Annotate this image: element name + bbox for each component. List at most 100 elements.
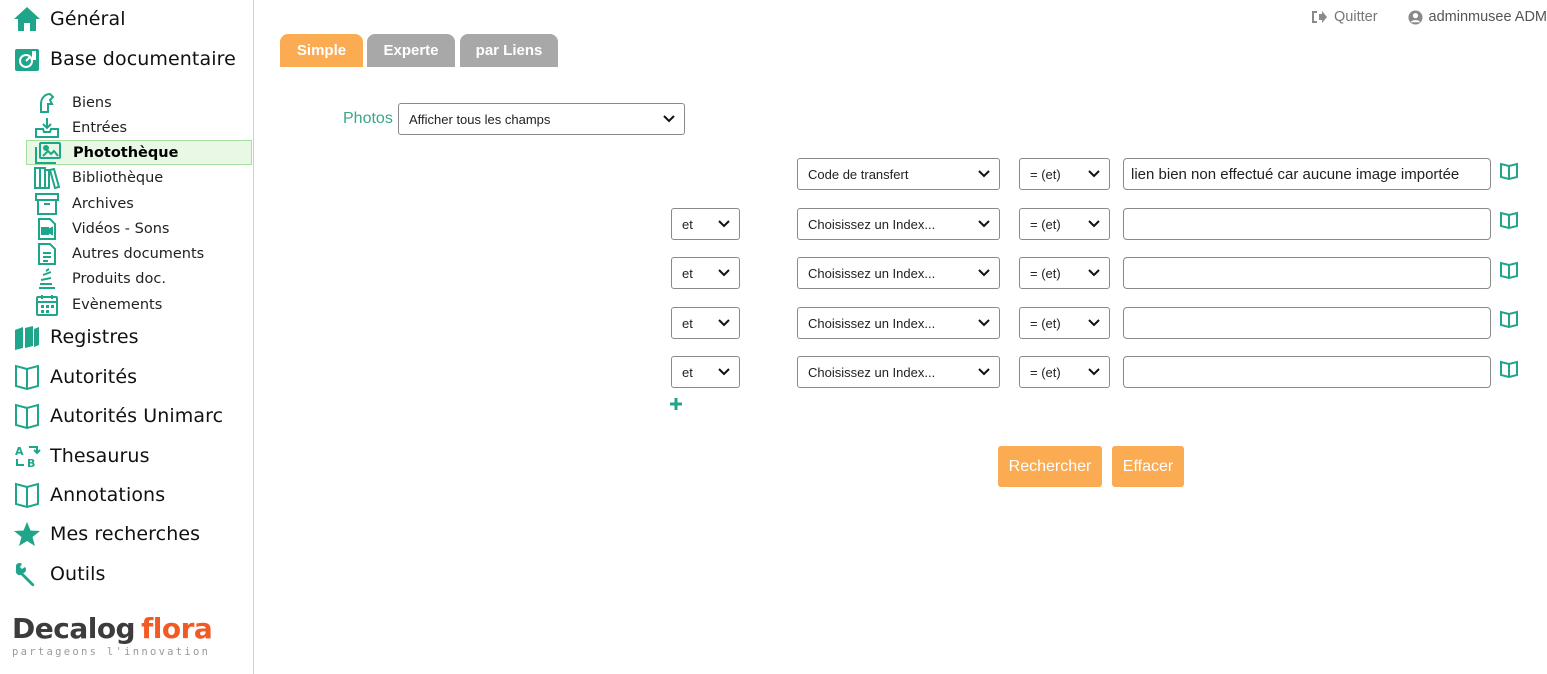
inbox-download-icon xyxy=(32,116,62,140)
chevron-down-icon xyxy=(718,220,730,228)
star-icon xyxy=(12,519,42,549)
nav-mes-recherches[interactable]: Mes recherches xyxy=(12,519,200,549)
calendar-icon xyxy=(32,293,62,317)
sidebar-item-phototheque[interactable]: Photothèque xyxy=(26,140,252,165)
sidebar-item-label: Bibliothèque xyxy=(72,169,164,186)
index-browse-book-icon[interactable] xyxy=(1499,360,1519,378)
operator-select-value: = (et) xyxy=(1030,265,1061,281)
connector-select[interactable]: et xyxy=(671,307,740,339)
nav-outils-label: Outils xyxy=(50,563,106,585)
svg-text:A: A xyxy=(15,445,24,458)
sidebar: Général Base documentaire Biens Entrées … xyxy=(0,0,254,674)
quit-link[interactable]: Quitter xyxy=(1311,9,1378,25)
connector-select-value: et xyxy=(682,265,693,281)
home-icon xyxy=(12,4,42,34)
books-icon xyxy=(32,166,62,190)
nav-autorites-unimarc-label: Autorités Unimarc xyxy=(50,405,224,427)
chevron-down-icon xyxy=(978,368,990,376)
nav-thesaurus[interactable]: AB Thesaurus xyxy=(12,441,150,471)
index-select[interactable]: Choisissez un Index... xyxy=(797,307,1000,339)
add-row-plus-icon[interactable] xyxy=(668,396,684,412)
operator-select[interactable]: = (et) xyxy=(1019,307,1110,339)
chevron-down-icon xyxy=(978,220,990,228)
search-value-input[interactable] xyxy=(1123,257,1491,289)
connector-select[interactable]: et xyxy=(671,257,740,289)
sidebar-item-videos-sons[interactable]: Vidéos - Sons xyxy=(26,216,252,241)
open-book-icon xyxy=(12,362,42,392)
sidebar-item-evenements[interactable]: Evènements xyxy=(26,292,252,317)
nav-autorites-unimarc[interactable]: Autorités Unimarc xyxy=(12,401,223,431)
sidebar-item-entrees[interactable]: Entrées xyxy=(26,115,252,140)
documentary-base-icon xyxy=(12,44,42,74)
operator-select[interactable]: = (et) xyxy=(1019,356,1110,388)
svg-text:B: B xyxy=(27,457,35,469)
index-select[interactable]: Code de transfert xyxy=(797,158,1000,190)
tab-par-liens[interactable]: par Liens xyxy=(460,34,558,67)
nav-annotations[interactable]: Annotations xyxy=(12,480,165,510)
nav-registres[interactable]: Registres xyxy=(12,322,139,352)
search-value-input[interactable] xyxy=(1123,208,1491,240)
user-menu[interactable]: adminmusee ADM xyxy=(1408,9,1547,25)
operator-select[interactable]: = (et) xyxy=(1019,158,1110,190)
chevron-down-icon xyxy=(718,269,730,277)
index-select[interactable]: Choisissez un Index... xyxy=(797,208,1000,240)
sidebar-item-biens[interactable]: Biens xyxy=(26,90,252,115)
decalog-flora-logo: Decalog flora partageons l'innovation xyxy=(12,612,232,664)
nav-general-label: Général xyxy=(50,8,126,30)
index-select[interactable]: Choisissez un Index... xyxy=(797,257,1000,289)
nav-outils[interactable]: Outils xyxy=(12,559,106,589)
index-browse-book-icon[interactable] xyxy=(1499,162,1519,180)
nav-autorites[interactable]: Autorités xyxy=(12,362,137,392)
index-browse-book-icon[interactable] xyxy=(1499,211,1519,229)
nav-base-documentaire[interactable]: Base documentaire xyxy=(12,44,236,74)
sidebar-item-autres-documents[interactable]: Autres documents xyxy=(26,241,252,266)
search-button-label: Rechercher xyxy=(1008,457,1092,475)
nav-autorites-label: Autorités xyxy=(50,366,138,388)
wrench-icon xyxy=(12,559,42,589)
sidebar-item-archives[interactable]: Archives xyxy=(26,191,252,216)
connector-select[interactable]: et xyxy=(671,208,740,240)
topbar: Quitter adminmusee ADM xyxy=(1311,7,1547,27)
connector-select[interactable]: et xyxy=(671,356,740,388)
sidebar-item-produits-doc[interactable]: Produits doc. xyxy=(26,266,252,291)
search-value-input[interactable] xyxy=(1123,307,1491,339)
sidebar-item-bibliotheque[interactable]: Bibliothèque xyxy=(26,165,252,190)
chevron-down-icon xyxy=(718,368,730,376)
sidebar-item-label: Entrées xyxy=(72,119,128,136)
nav-general[interactable]: Général xyxy=(12,4,126,34)
chevron-down-icon xyxy=(718,319,730,327)
nav-base-documentaire-label: Base documentaire xyxy=(50,48,236,70)
nav-registres-label: Registres xyxy=(50,326,139,348)
index-browse-book-icon[interactable] xyxy=(1499,261,1519,279)
sidebar-item-label: Autres documents xyxy=(72,245,205,262)
open-book-icon xyxy=(12,401,42,431)
search-value-input[interactable]: lien bien non effectué car aucune image … xyxy=(1123,158,1491,190)
index-browse-book-icon[interactable] xyxy=(1499,310,1519,328)
tab-experte[interactable]: Experte xyxy=(367,34,455,67)
sidebar-item-label: Evènements xyxy=(72,296,163,313)
search-value-input[interactable] xyxy=(1123,356,1491,388)
index-select-value: Choisissez un Index... xyxy=(808,364,936,380)
tab-experte-label: Experte xyxy=(383,42,439,59)
logo-part1: Decalog xyxy=(12,612,136,645)
user-circle-icon xyxy=(1408,9,1423,25)
fields-display-value: Afficher tous les champs xyxy=(409,111,551,127)
sign-out-icon xyxy=(1312,11,1328,23)
operator-select[interactable]: = (et) xyxy=(1019,208,1110,240)
tab-simple[interactable]: Simple xyxy=(280,34,363,67)
connector-select-value: et xyxy=(682,216,693,232)
nav-thesaurus-label: Thesaurus xyxy=(50,445,150,467)
logo-tagline: partageons l'innovation xyxy=(12,646,211,658)
stack-icon xyxy=(32,267,62,291)
clear-button[interactable]: Effacer xyxy=(1112,446,1184,487)
chevron-down-icon xyxy=(1088,220,1100,228)
operator-select[interactable]: = (et) xyxy=(1019,257,1110,289)
index-select[interactable]: Choisissez un Index... xyxy=(797,356,1000,388)
operator-select-value: = (et) xyxy=(1030,315,1061,331)
chevron-down-icon xyxy=(1088,269,1100,277)
nav-mes-recherches-label: Mes recherches xyxy=(50,523,201,545)
index-select-value: Choisissez un Index... xyxy=(808,265,936,281)
search-button[interactable]: Rechercher xyxy=(998,446,1102,487)
photos-icon xyxy=(33,141,63,165)
fields-display-select[interactable]: Afficher tous les champs xyxy=(398,103,685,135)
